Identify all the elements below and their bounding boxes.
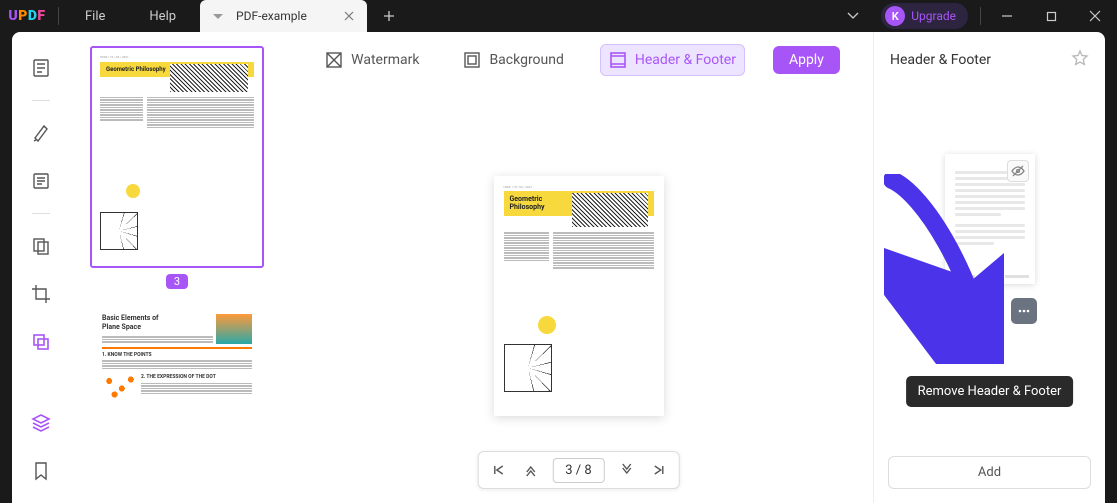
page-navigator: 3 / 8 (477, 451, 679, 489)
header-footer-panel: Header & Footer PAGE 1/1 (873, 32, 1105, 503)
header-footer-icon (609, 51, 627, 69)
separator (980, 7, 981, 25)
add-button[interactable]: Add (888, 456, 1091, 489)
menu-bar: File Help (63, 0, 198, 32)
tool-highlighter-icon[interactable] (25, 117, 57, 149)
watermark-icon (325, 51, 343, 69)
tool-header-footer-label: Header & Footer (635, 52, 736, 68)
page-thumbnail[interactable]: Basic Elements of Plane Space 1. KNOW TH… (90, 299, 264, 503)
app-logo: UPDF (0, 8, 54, 24)
page-next-icon[interactable] (613, 456, 641, 484)
tool-organize-pages-icon[interactable] (25, 230, 57, 262)
tool-crop-icon[interactable] (25, 278, 57, 310)
tool-page-tools-icon[interactable] (25, 326, 57, 358)
tool-header-footer[interactable]: Header & Footer (600, 44, 745, 76)
tab-close-icon[interactable] (341, 8, 357, 24)
tool-edit-text-icon[interactable] (25, 165, 57, 197)
delete-template-icon[interactable] (977, 298, 1003, 324)
upgrade-button[interactable]: K Upgrade (881, 3, 968, 29)
left-tool-rail (12, 32, 70, 503)
menu-file[interactable]: File (63, 0, 127, 32)
panel-title: Header & Footer (890, 52, 991, 68)
separator (32, 100, 50, 101)
visibility-toggle-icon[interactable] (1007, 160, 1029, 182)
tab-active[interactable]: PDF-example (200, 0, 367, 32)
template-preview[interactable]: PAGE 1/1 (945, 154, 1035, 284)
edit-template-icon[interactable] (943, 298, 969, 324)
thumbnail-number: 3 (90, 274, 264, 289)
page-prev-icon[interactable] (516, 456, 544, 484)
workspace: UPDF | 15 / 03 / 2021 Geometric Philosop… (12, 32, 1105, 503)
window-minimize-icon[interactable] (985, 0, 1029, 32)
center-pane: Watermark Background Header & Footer App… (284, 32, 873, 503)
window-close-icon[interactable] (1073, 0, 1117, 32)
tool-reader-icon[interactable] (25, 52, 57, 84)
favorite-icon[interactable] (1071, 49, 1089, 71)
template-actions (890, 298, 1089, 324)
tab-title: PDF-example (232, 9, 335, 23)
page-tools-toolbar: Watermark Background Header & Footer App… (284, 32, 873, 88)
more-template-icon[interactable] (1011, 298, 1037, 324)
page-first-icon[interactable] (484, 456, 512, 484)
tool-background-label: Background (489, 52, 563, 68)
tool-watermark-label: Watermark (351, 52, 419, 68)
tab-strip: PDF-example (198, 0, 835, 32)
window-maximize-icon[interactable] (1029, 0, 1073, 32)
tab-add-icon[interactable] (373, 0, 405, 32)
avatar: K (885, 6, 905, 26)
page-indicator[interactable]: 3 / 8 (552, 458, 604, 483)
tool-bookmark-icon[interactable] (25, 455, 57, 487)
menu-help[interactable]: Help (127, 0, 198, 32)
thumbnail-panel: UPDF | 15 / 03 / 2021 Geometric Philosop… (70, 32, 284, 503)
upgrade-label: Upgrade (911, 9, 956, 23)
tab-favicon (210, 8, 226, 24)
tabs-overflow-icon[interactable] (835, 0, 871, 32)
tool-background[interactable]: Background (455, 45, 571, 75)
titlebar-right: K Upgrade (835, 0, 1117, 32)
page-preview: UPDF | 15 / 03 / 2021 Geometric Philosop… (494, 176, 664, 416)
separator (32, 213, 50, 214)
page-canvas[interactable]: UPDF | 15 / 03 / 2021 Geometric Philosop… (284, 88, 873, 503)
tool-watermark[interactable]: Watermark (317, 45, 427, 75)
tool-layers-icon[interactable] (25, 407, 57, 439)
page-last-icon[interactable] (645, 456, 673, 484)
apply-button[interactable]: Apply (773, 46, 840, 74)
page-thumbnail[interactable]: UPDF | 15 / 03 / 2021 Geometric Philosop… (90, 46, 264, 268)
separator (58, 7, 59, 25)
titlebar: UPDF File Help PDF-example K Upgrade (0, 0, 1117, 32)
tooltip: Remove Header & Footer (906, 376, 1074, 407)
background-icon (463, 51, 481, 69)
